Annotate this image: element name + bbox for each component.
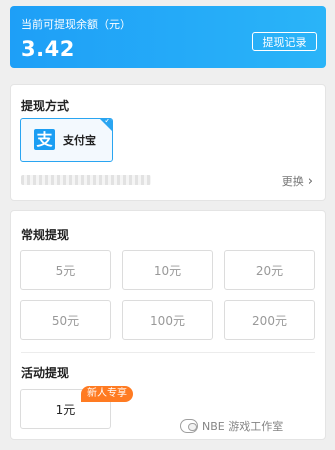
- alipay-icon: 支: [34, 129, 55, 150]
- balance-amount: 3.42: [21, 37, 75, 61]
- alipay-option[interactable]: 支 支付宝 ✓: [20, 118, 113, 162]
- regular-amount-grid: 5元 10元 20元 50元 100元 200元: [20, 250, 316, 340]
- newbie-badge: 新人专享: [81, 386, 133, 402]
- amount-option-10[interactable]: 10元: [122, 250, 213, 290]
- amount-option-50[interactable]: 50元: [20, 300, 111, 340]
- regular-withdraw-title: 常规提现: [21, 228, 70, 242]
- masked-account-info: [21, 175, 151, 185]
- watermark: NBE 游戏工作室: [180, 418, 283, 434]
- amount-option-100[interactable]: 100元: [122, 300, 213, 340]
- change-method-button[interactable]: 更换 ›: [282, 173, 313, 189]
- amount-option-5[interactable]: 5元: [20, 250, 111, 290]
- watermark-text: NBE 游戏工作室: [202, 420, 284, 433]
- withdraw-records-button[interactable]: 提现记录: [252, 32, 317, 51]
- amount-option-200[interactable]: 200元: [224, 300, 315, 340]
- activity-withdraw-title: 活动提现: [21, 366, 70, 380]
- withdraw-method-card: 提现方式 支 支付宝 ✓ 更换 ›: [10, 84, 326, 201]
- withdraw-amount-card: 常规提现 5元 10元 20元 50元 100元 200元 活动提现 1元 新人…: [10, 210, 326, 440]
- wechat-icon: [180, 419, 198, 433]
- balance-label: 当前可提现余额（元）: [21, 18, 131, 31]
- check-icon: ✓: [104, 118, 111, 125]
- balance-card: 当前可提现余额（元） 3.42 提现记录: [10, 6, 326, 68]
- withdraw-method-title: 提现方式: [21, 99, 70, 113]
- change-method-label: 更换: [281, 175, 304, 188]
- chevron-right-icon: ›: [307, 173, 313, 189]
- alipay-option-label: 支付宝: [63, 134, 96, 147]
- amount-option-20[interactable]: 20元: [224, 250, 315, 290]
- divider: [21, 352, 315, 353]
